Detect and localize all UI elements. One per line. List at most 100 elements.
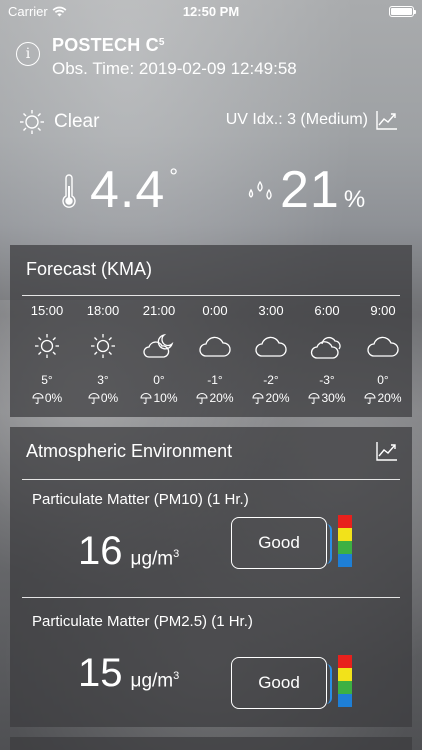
temperature-unit: °: [169, 164, 179, 189]
forecast-temp: -3°: [319, 373, 335, 387]
forecast-item: 21:00 0° 10%: [132, 303, 186, 405]
umbrella-icon: [308, 392, 320, 404]
forecast-time: 21:00: [142, 303, 176, 318]
forecast-item: 3:00 -2° 20%: [244, 303, 298, 405]
humidity-unit: %: [343, 186, 366, 213]
next-panel-edge: [10, 737, 412, 750]
forecast-divider: [22, 295, 400, 296]
pm10-unit: μg/m3: [131, 548, 180, 570]
forecast-temp: 0°: [377, 373, 389, 387]
umbrella-icon: [196, 392, 208, 404]
pm10-label: Particulate Matter (PM10) (1 Hr.): [32, 491, 249, 508]
pm10-value: 16 μg/m3: [78, 529, 179, 574]
pm25-number: 15: [78, 651, 123, 695]
scale-green: [338, 541, 352, 554]
forecast-temp: -1°: [207, 373, 223, 387]
wifi-icon: [52, 6, 67, 16]
forecast-rain-value: 20%: [377, 391, 402, 405]
station-name: POSTECH C5: [52, 34, 297, 56]
sun-icon: [86, 331, 120, 361]
scale-red: [338, 655, 352, 668]
pm10-block[interactable]: Particulate Matter (PM10) (1 Hr.) 16 μg/…: [10, 481, 412, 599]
pm25-unit-text: μg/m: [130, 670, 174, 691]
forecast-temp: 3°: [97, 373, 109, 387]
sun-icon: [30, 331, 64, 361]
cloud-icon: [366, 331, 400, 361]
trend-chart-icon[interactable]: [376, 110, 398, 130]
station-header: i POSTECH C5 Obs. Time: 2019-02-09 12:49…: [16, 34, 297, 80]
forecast-temp: -2°: [263, 373, 279, 387]
forecast-rain: 20%: [364, 391, 402, 405]
condition-label: Clear: [54, 111, 100, 132]
pm25-value: 15 μg/m3: [78, 651, 179, 696]
scale-green: [338, 681, 352, 694]
forecast-time: 6:00: [314, 303, 340, 318]
forecast-temp: 0°: [153, 373, 165, 387]
forecast-rain-value: 0%: [44, 391, 63, 405]
forecast-item: 9:00 0° 20%: [356, 303, 410, 405]
pm10-number: 16: [78, 529, 123, 573]
station-name-text: POSTECH C: [52, 35, 159, 55]
thermometer-icon: [62, 174, 76, 208]
humidity-value: 21: [280, 161, 340, 219]
pm25-grade-badge: Good: [231, 657, 332, 709]
pm25-unit-sup: 3: [173, 669, 180, 682]
forecast-panel: Forecast (KMA) 15:00 5° 0% 18:00 3° 0% 21:00 0°…: [10, 245, 412, 417]
scale-yellow: [338, 668, 352, 681]
umbrella-icon: [140, 392, 152, 404]
forecast-time: 0:00: [202, 303, 228, 318]
pm-divider: [22, 597, 400, 598]
carrier-label: Carrier: [8, 3, 48, 19]
cloud-icon: [254, 331, 288, 361]
pm25-block[interactable]: Particulate Matter (PM2.5) (1 Hr.) 15 μg…: [10, 603, 412, 721]
forecast-time: 3:00: [258, 303, 284, 318]
pm10-unit-text: μg/m: [130, 548, 174, 569]
status-left: Carrier: [8, 4, 67, 19]
umbrella-icon: [252, 392, 264, 404]
station-name-sup: 5: [158, 37, 165, 48]
forecast-time: 18:00: [86, 303, 120, 318]
forecast-rain: 30%: [308, 391, 346, 405]
atmospheric-divider: [22, 479, 400, 480]
scale-blue: [338, 554, 352, 567]
forecast-item: 0:00 -1° 20%: [188, 303, 242, 405]
forecast-rain: 20%: [252, 391, 290, 405]
scale-yellow: [338, 528, 352, 541]
scale-red: [338, 515, 352, 528]
pm10-color-scale: [338, 515, 352, 567]
forecast-rain-value: 20%: [209, 391, 234, 405]
uv-index[interactable]: UV Idx.: 3 (Medium): [226, 110, 398, 130]
cloud-icon: [198, 331, 232, 361]
trend-chart-icon[interactable]: [376, 441, 398, 461]
forecast-rain: 0%: [32, 391, 62, 405]
scale-blue: [338, 694, 352, 707]
umbrella-icon: [32, 392, 44, 404]
observation-time: Obs. Time: 2019-02-09 12:49:58: [52, 59, 297, 78]
atmospheric-title: Atmospheric Environment: [26, 441, 233, 461]
forecast-temp: 5°: [41, 373, 53, 387]
forecast-rain: 20%: [196, 391, 234, 405]
forecast-rain-value: 20%: [265, 391, 290, 405]
pm25-unit: μg/m3: [131, 670, 180, 692]
forecast-item: 6:00 -3° 30%: [300, 303, 354, 405]
moon-cloud-icon: [142, 331, 176, 361]
battery-fill: [391, 7, 412, 15]
forecast-item: 18:00 3° 0%: [76, 303, 130, 405]
uv-label: UV Idx.: 3 (Medium): [225, 111, 368, 128]
info-icon[interactable]: i: [16, 42, 40, 66]
current-condition: Clear: [18, 108, 99, 136]
forecast-time: 9:00: [370, 303, 396, 318]
forecast-time: 15:00: [30, 303, 64, 318]
umbrella-icon: [88, 392, 100, 404]
forecast-rain-value: 0%: [100, 391, 119, 405]
forecast-row[interactable]: 15:00 5° 0% 18:00 3° 0% 21:00 0° 10% 0:00 -1° 20% 3:…: [20, 303, 410, 405]
pm10-unit-sup: 3: [173, 547, 180, 560]
station-text: POSTECH C5 Obs. Time: 2019-02-09 12:49:5…: [52, 34, 297, 80]
forecast-item: 15:00 5° 0%: [20, 303, 74, 405]
temperature-value: 4.4: [90, 161, 166, 219]
pm25-label: Particulate Matter (PM2.5) (1 Hr.): [32, 613, 253, 630]
forecast-rain-value: 30%: [321, 391, 346, 405]
water-drops-icon: [248, 180, 272, 200]
atmospheric-panel: Atmospheric Environment Particulate Matt…: [10, 427, 412, 727]
status-bar: Carrier 12:50 PM: [0, 0, 422, 22]
